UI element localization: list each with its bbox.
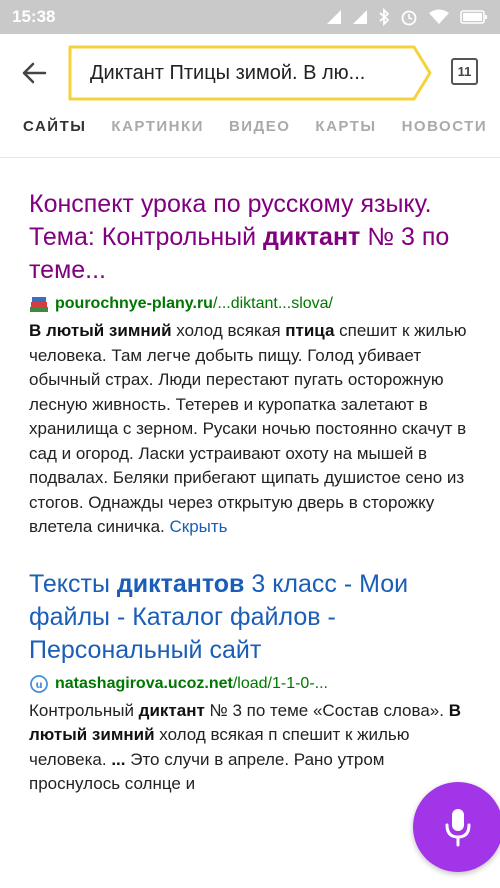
snippet-text: холод всякая bbox=[171, 321, 286, 340]
result-title-link[interactable]: Конспект урока по русскому языку. Тема: … bbox=[29, 188, 472, 287]
status-icons bbox=[326, 8, 488, 26]
result-url[interactable]: pourochnye-plany.ru/...diktant...slova/ bbox=[29, 293, 472, 315]
svg-text:u: u bbox=[35, 680, 42, 691]
tab-sites[interactable]: САЙТЫ bbox=[23, 112, 86, 135]
tabs-count-button[interactable]: 11 bbox=[451, 58, 478, 85]
voice-search-button[interactable] bbox=[413, 782, 500, 872]
result-path: /load/1-1-0-... bbox=[232, 674, 328, 692]
alarm-icon bbox=[401, 10, 417, 26]
result-title-highlight: диктантов bbox=[116, 569, 245, 598]
tab-video[interactable]: ВИДЕО bbox=[229, 112, 290, 135]
result-snippet: Контрольный диктант № 3 по теме «Состав … bbox=[29, 699, 472, 797]
microphone-icon bbox=[445, 809, 471, 847]
search-result: Конспект урока по русскому языку. Тема: … bbox=[0, 158, 500, 540]
tab-images[interactable]: КАРТИНКИ bbox=[111, 112, 204, 135]
tab-maps[interactable]: КАРТЫ bbox=[315, 112, 376, 135]
status-time: 15:38 bbox=[12, 7, 56, 26]
bluetooth-icon bbox=[379, 8, 390, 26]
status-bar: 15:38 bbox=[0, 0, 500, 34]
snippet-highlight: ... bbox=[111, 749, 126, 769]
signal-icon bbox=[353, 10, 367, 24]
wifi-icon bbox=[429, 9, 449, 24]
snippet-highlight: В лютый зимний bbox=[29, 321, 172, 340]
search-category-tabs: САЙТЫ КАРТИНКИ ВИДЕО КАРТЫ НОВОСТИ bbox=[0, 112, 500, 158]
search-result: Тексты диктантов 3 класс - Мои файлы - К… bbox=[0, 540, 500, 797]
signal-icon bbox=[327, 10, 341, 24]
search-header: Диктант Птицы зимой. В лю... 11 bbox=[0, 34, 500, 112]
result-url[interactable]: u natashagirova.ucoz.net/load/1-1-0-... bbox=[29, 673, 472, 695]
snippet-highlight: диктант bbox=[138, 700, 205, 720]
result-title-text: Тексты bbox=[29, 569, 117, 598]
back-button[interactable] bbox=[12, 51, 56, 95]
result-title-highlight: диктант bbox=[263, 223, 361, 251]
hide-snippet-link[interactable]: Скрыть bbox=[169, 517, 227, 536]
arrow-left-icon bbox=[22, 62, 47, 84]
tab-news[interactable]: НОВОСТИ bbox=[402, 112, 488, 135]
battery-icon bbox=[460, 10, 487, 24]
result-snippet: В лютый зимний холод всякая птица спешит… bbox=[29, 319, 472, 540]
result-title-link[interactable]: Тексты диктантов 3 класс - Мои файлы - К… bbox=[29, 568, 472, 667]
result-domain: pourochnye-plany.ru bbox=[55, 295, 213, 312]
snippet-highlight: птица bbox=[285, 321, 335, 340]
result-path: /...diktant...slova/ bbox=[212, 295, 333, 312]
result-domain: natashagirova.ucoz.net bbox=[55, 674, 233, 692]
snippet-text: спешит к жилью человека. Там легче добыт… bbox=[29, 321, 467, 536]
search-query[interactable]: Диктант Птицы зимой. В лю... bbox=[90, 45, 407, 101]
books-favicon-icon bbox=[30, 297, 48, 312]
snippet-text: № 3 по теме «Состав слова». bbox=[204, 700, 449, 720]
snippet-text: Контрольный bbox=[29, 700, 139, 720]
ucoz-favicon-icon: u bbox=[30, 674, 48, 693]
search-input[interactable]: Диктант Птицы зимой. В лю... bbox=[68, 45, 433, 101]
